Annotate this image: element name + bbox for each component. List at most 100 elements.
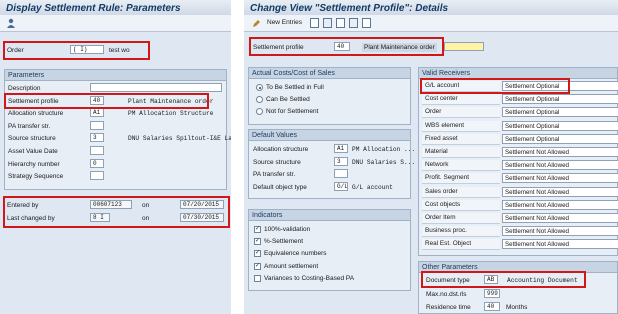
- max-field[interactable]: 999: [484, 289, 500, 298]
- radio-0[interactable]: [256, 84, 263, 91]
- pencil-icon[interactable]: [252, 19, 261, 28]
- default-text: PM Allocation ...: [352, 146, 416, 153]
- default-label: Allocation structure: [253, 146, 309, 153]
- param-field[interactable]: [90, 171, 104, 181]
- delete-icon[interactable]: [323, 18, 332, 28]
- default-values-header: Default Values: [249, 130, 410, 141]
- receiver-label: Cost objects: [422, 199, 500, 211]
- receiver-label: Material: [422, 147, 500, 158]
- person-icon[interactable]: [6, 18, 16, 28]
- default-field[interactable]: 3: [334, 156, 348, 166]
- checkbox-1[interactable]: ✓: [254, 238, 261, 246]
- default-text: DNU Salaries S...: [352, 158, 416, 166]
- checkbox-3[interactable]: ✓: [254, 262, 261, 270]
- undo-icon[interactable]: [336, 18, 345, 28]
- default-label: Default object type: [253, 183, 307, 191]
- default-field[interactable]: A1: [334, 144, 348, 153]
- receiver-label: WBS element: [422, 120, 500, 132]
- receiver-label: Order Item: [422, 213, 500, 224]
- right-title: Change View "Settlement Profile": Detail…: [244, 0, 618, 15]
- default-label: Source structure: [253, 158, 301, 166]
- right-toolbar: New Entries: [244, 15, 618, 32]
- param-label: Allocation structure: [8, 110, 64, 118]
- default-field[interactable]: G/L: [334, 181, 348, 191]
- residence-label: Residence time: [426, 304, 471, 311]
- param-field[interactable]: [90, 120, 104, 130]
- max-label: Max.no.dst.rls: [426, 291, 467, 298]
- param-field[interactable]: 0: [90, 158, 104, 168]
- indicator-label: %-Settlement: [264, 238, 304, 246]
- checkbox-0[interactable]: ✓: [254, 226, 261, 233]
- radio-label: Not for Settlement: [266, 108, 319, 115]
- receiver-select[interactable]: Settlement Optional▾: [502, 133, 618, 144]
- param-text: DNU Salaries Spiltout-I&E Lab: [128, 135, 236, 143]
- receiver-select[interactable]: Settlement Not Allowed▾: [502, 147, 618, 157]
- param-label: Source structure: [8, 135, 56, 143]
- radio-label: Can Be Settled: [266, 96, 310, 103]
- receiver-select[interactable]: Settlement Not Allowed▾: [502, 186, 618, 197]
- param-label: Strategy Sequence: [8, 173, 64, 181]
- receiver-select[interactable]: Settlement Not Allowed▾: [502, 173, 618, 184]
- indicator-label: 100%-validation: [264, 226, 311, 233]
- default-field[interactable]: [334, 169, 348, 178]
- indicators-header: Indicators: [249, 210, 410, 221]
- param-field[interactable]: [90, 146, 104, 155]
- receiver-select[interactable]: Settlement Optional▾: [502, 107, 618, 118]
- checkbox-2[interactable]: ✓: [254, 250, 261, 258]
- settlement-profile-highlight: [4, 93, 209, 109]
- receiver-label: Order: [422, 107, 500, 119]
- receiver-value: Settlement Optional: [505, 122, 560, 130]
- residence-field[interactable]: 40: [484, 302, 500, 311]
- checkbox-4[interactable]: [254, 274, 261, 282]
- window-gap: [231, 0, 244, 314]
- receiver-select[interactable]: Settlement Not Allowed▾: [502, 226, 618, 237]
- indicator-label: Equivalence numbers: [264, 250, 327, 258]
- receiver-select[interactable]: Settlement Not Allowed▾: [502, 239, 618, 250]
- receiver-select[interactable]: Settlement Optional▾: [502, 120, 618, 131]
- entered-changed-highlight: [3, 196, 230, 228]
- residence-unit: Months: [506, 304, 528, 311]
- receiver-select[interactable]: Settlement Optional▾: [502, 94, 618, 105]
- right-window: Change View "Settlement Profile": Detail…: [244, 0, 618, 314]
- radio-1[interactable]: [256, 96, 263, 103]
- param-text: PM Allocation Structure: [128, 110, 214, 118]
- receiver-value: Settlement Not Allowed: [505, 201, 569, 209]
- receiver-value: Settlement Optional: [505, 109, 560, 117]
- select-all-icon[interactable]: [349, 18, 358, 28]
- param-field[interactable]: A1: [90, 108, 104, 118]
- receiver-value: Settlement Not Allowed: [505, 215, 569, 222]
- param-field[interactable]: [90, 83, 222, 92]
- receiver-select[interactable]: Settlement Not Allowed▾: [502, 213, 618, 223]
- copy-icon[interactable]: [310, 18, 319, 28]
- radio-2[interactable]: [256, 108, 263, 115]
- receiver-label: Network: [422, 160, 500, 172]
- actual-costs-header: Actual Costs/Cost of Sales: [249, 68, 410, 79]
- radio-label: To Be Settled in Full: [266, 84, 324, 91]
- param-label: Hierarchy number: [8, 160, 60, 168]
- receiver-label: Cost center: [422, 94, 500, 106]
- gl-account-highlight: [420, 78, 570, 94]
- receiver-value: Settlement Not Allowed: [505, 175, 569, 183]
- receiver-label: Sales order: [422, 186, 500, 198]
- param-label: Description: [8, 85, 41, 92]
- receiver-label: Business proc.: [422, 226, 500, 238]
- profile-highlight: [249, 37, 444, 56]
- profile-input[interactable]: [444, 42, 484, 51]
- param-label: PA transfer str.: [8, 122, 51, 130]
- receiver-label: Profit. Segment: [422, 173, 500, 185]
- param-label: Asset Value Date: [8, 148, 58, 155]
- receiver-select[interactable]: Settlement Not Allowed▾: [502, 160, 618, 171]
- param-field[interactable]: 3: [90, 133, 104, 143]
- deselect-icon[interactable]: [362, 18, 371, 28]
- receiver-value: Settlement Not Allowed: [505, 241, 569, 249]
- parameters-header: Parameters: [5, 70, 226, 81]
- indicator-label: Amount settlement: [264, 262, 319, 270]
- receiver-label: Fixed asset: [422, 133, 500, 145]
- receiver-value: Settlement Not Allowed: [505, 149, 569, 156]
- new-entries-button[interactable]: New Entries: [267, 19, 302, 26]
- receiver-value: Settlement Not Allowed: [505, 228, 569, 236]
- receiver-select[interactable]: Settlement Not Allowed▾: [502, 199, 618, 210]
- receiver-value: Settlement Optional: [505, 96, 560, 104]
- indicator-label: Variances to Costing-Based PA: [264, 274, 355, 282]
- order-highlight: [3, 41, 150, 60]
